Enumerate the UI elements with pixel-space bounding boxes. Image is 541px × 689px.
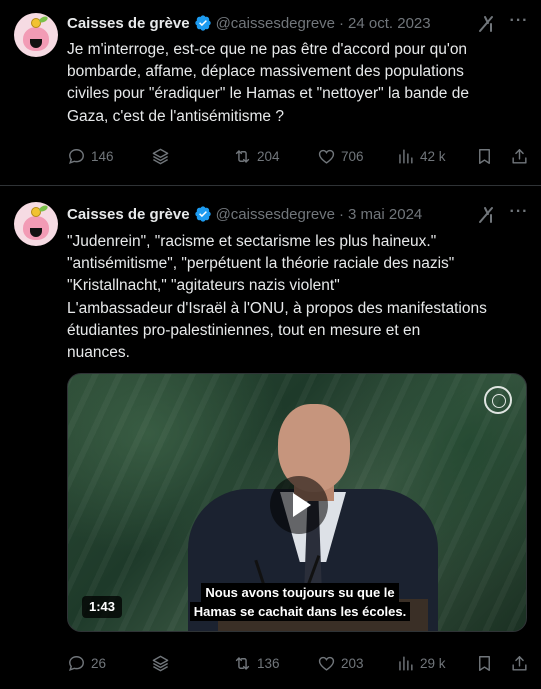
reply-count: 146 (91, 148, 114, 164)
repost-count: 136 (257, 655, 280, 671)
like-count: 203 (341, 655, 364, 671)
video-subtitle: Nous avons toujours su que le Hamas se c… (188, 583, 412, 621)
heart-icon (318, 656, 335, 671)
share-icon (512, 148, 527, 164)
grok-analyze-button[interactable] (151, 146, 170, 166)
heart-icon (318, 149, 335, 164)
tweet-actions: 26 136 203 29 k (67, 653, 527, 673)
grok-icon[interactable] (477, 14, 497, 34)
repost-count: 204 (257, 148, 280, 164)
views-count: 29 k (420, 655, 446, 671)
share-button[interactable] (510, 146, 529, 166)
share-button[interactable] (510, 653, 529, 673)
tweet-header: Caisses de grève @caissesdegreve · 24 oc… (67, 13, 431, 33)
reply-icon (69, 148, 84, 164)
video-duration: 1:43 (82, 596, 123, 618)
like-count: 706 (341, 148, 364, 164)
views-chart-icon (399, 655, 413, 671)
grok-analyze-button[interactable] (151, 653, 170, 673)
more-options-icon[interactable]: ··· (509, 13, 529, 34)
author-name[interactable]: Caisses de grève (67, 15, 190, 32)
layers-icon (152, 148, 169, 164)
verified-badge-icon (194, 15, 211, 31)
author-handle[interactable]: @caissesdegreve (216, 206, 335, 223)
play-button-icon[interactable] (270, 476, 328, 534)
separator-dot: · (339, 14, 345, 32)
separator-dot: · (339, 205, 345, 223)
tweet-header: Caisses de grève @caissesdegreve · 3 mai… (67, 204, 422, 224)
repost-icon (235, 149, 250, 163)
reply-button[interactable]: 146 (67, 146, 114, 166)
tweet-text: Je m'interroge, est-ce que ne pas être d… (67, 41, 469, 125)
views-button[interactable]: 29 k (396, 653, 446, 673)
share-icon (512, 655, 527, 671)
views-count: 42 k (420, 148, 446, 164)
author-name[interactable]: Caisses de grève (67, 206, 190, 223)
views-chart-icon (399, 148, 413, 164)
reply-button[interactable]: 26 (67, 653, 106, 673)
tweet-date[interactable]: 3 mai 2024 (348, 206, 422, 223)
bookmark-button[interactable] (475, 146, 494, 166)
like-button[interactable]: 203 (317, 653, 364, 673)
bookmark-icon (479, 148, 490, 164)
grok-icon[interactable] (477, 205, 497, 225)
layers-icon (152, 655, 169, 671)
video-player[interactable]: Nous avons toujours su que le Hamas se c… (67, 373, 527, 632)
reply-count: 26 (91, 655, 107, 671)
tweet-text: "Judenrein", "racisme et sectarisme les … (67, 233, 487, 362)
avatar[interactable] (14, 13, 58, 57)
like-button[interactable]: 706 (317, 146, 364, 166)
tweet[interactable]: Caisses de grève @caissesdegreve · 24 oc… (0, 0, 541, 186)
more-options-icon[interactable]: ··· (509, 204, 529, 225)
verified-badge-icon (194, 206, 211, 222)
repost-icon (235, 656, 250, 670)
bookmark-icon (479, 655, 490, 671)
author-handle[interactable]: @caissesdegreve (216, 15, 335, 32)
repost-button[interactable]: 136 (233, 653, 280, 673)
reply-icon (69, 655, 84, 671)
tweet-actions: 146 204 706 42 k (67, 146, 527, 166)
repost-button[interactable]: 204 (233, 146, 280, 166)
un-emblem-icon (484, 386, 512, 414)
views-button[interactable]: 42 k (396, 146, 446, 166)
bookmark-button[interactable] (475, 653, 494, 673)
tweet-date[interactable]: 24 oct. 2023 (348, 15, 431, 32)
avatar[interactable] (14, 202, 58, 246)
tweet[interactable]: Caisses de grève @caissesdegreve · 3 mai… (0, 187, 541, 689)
